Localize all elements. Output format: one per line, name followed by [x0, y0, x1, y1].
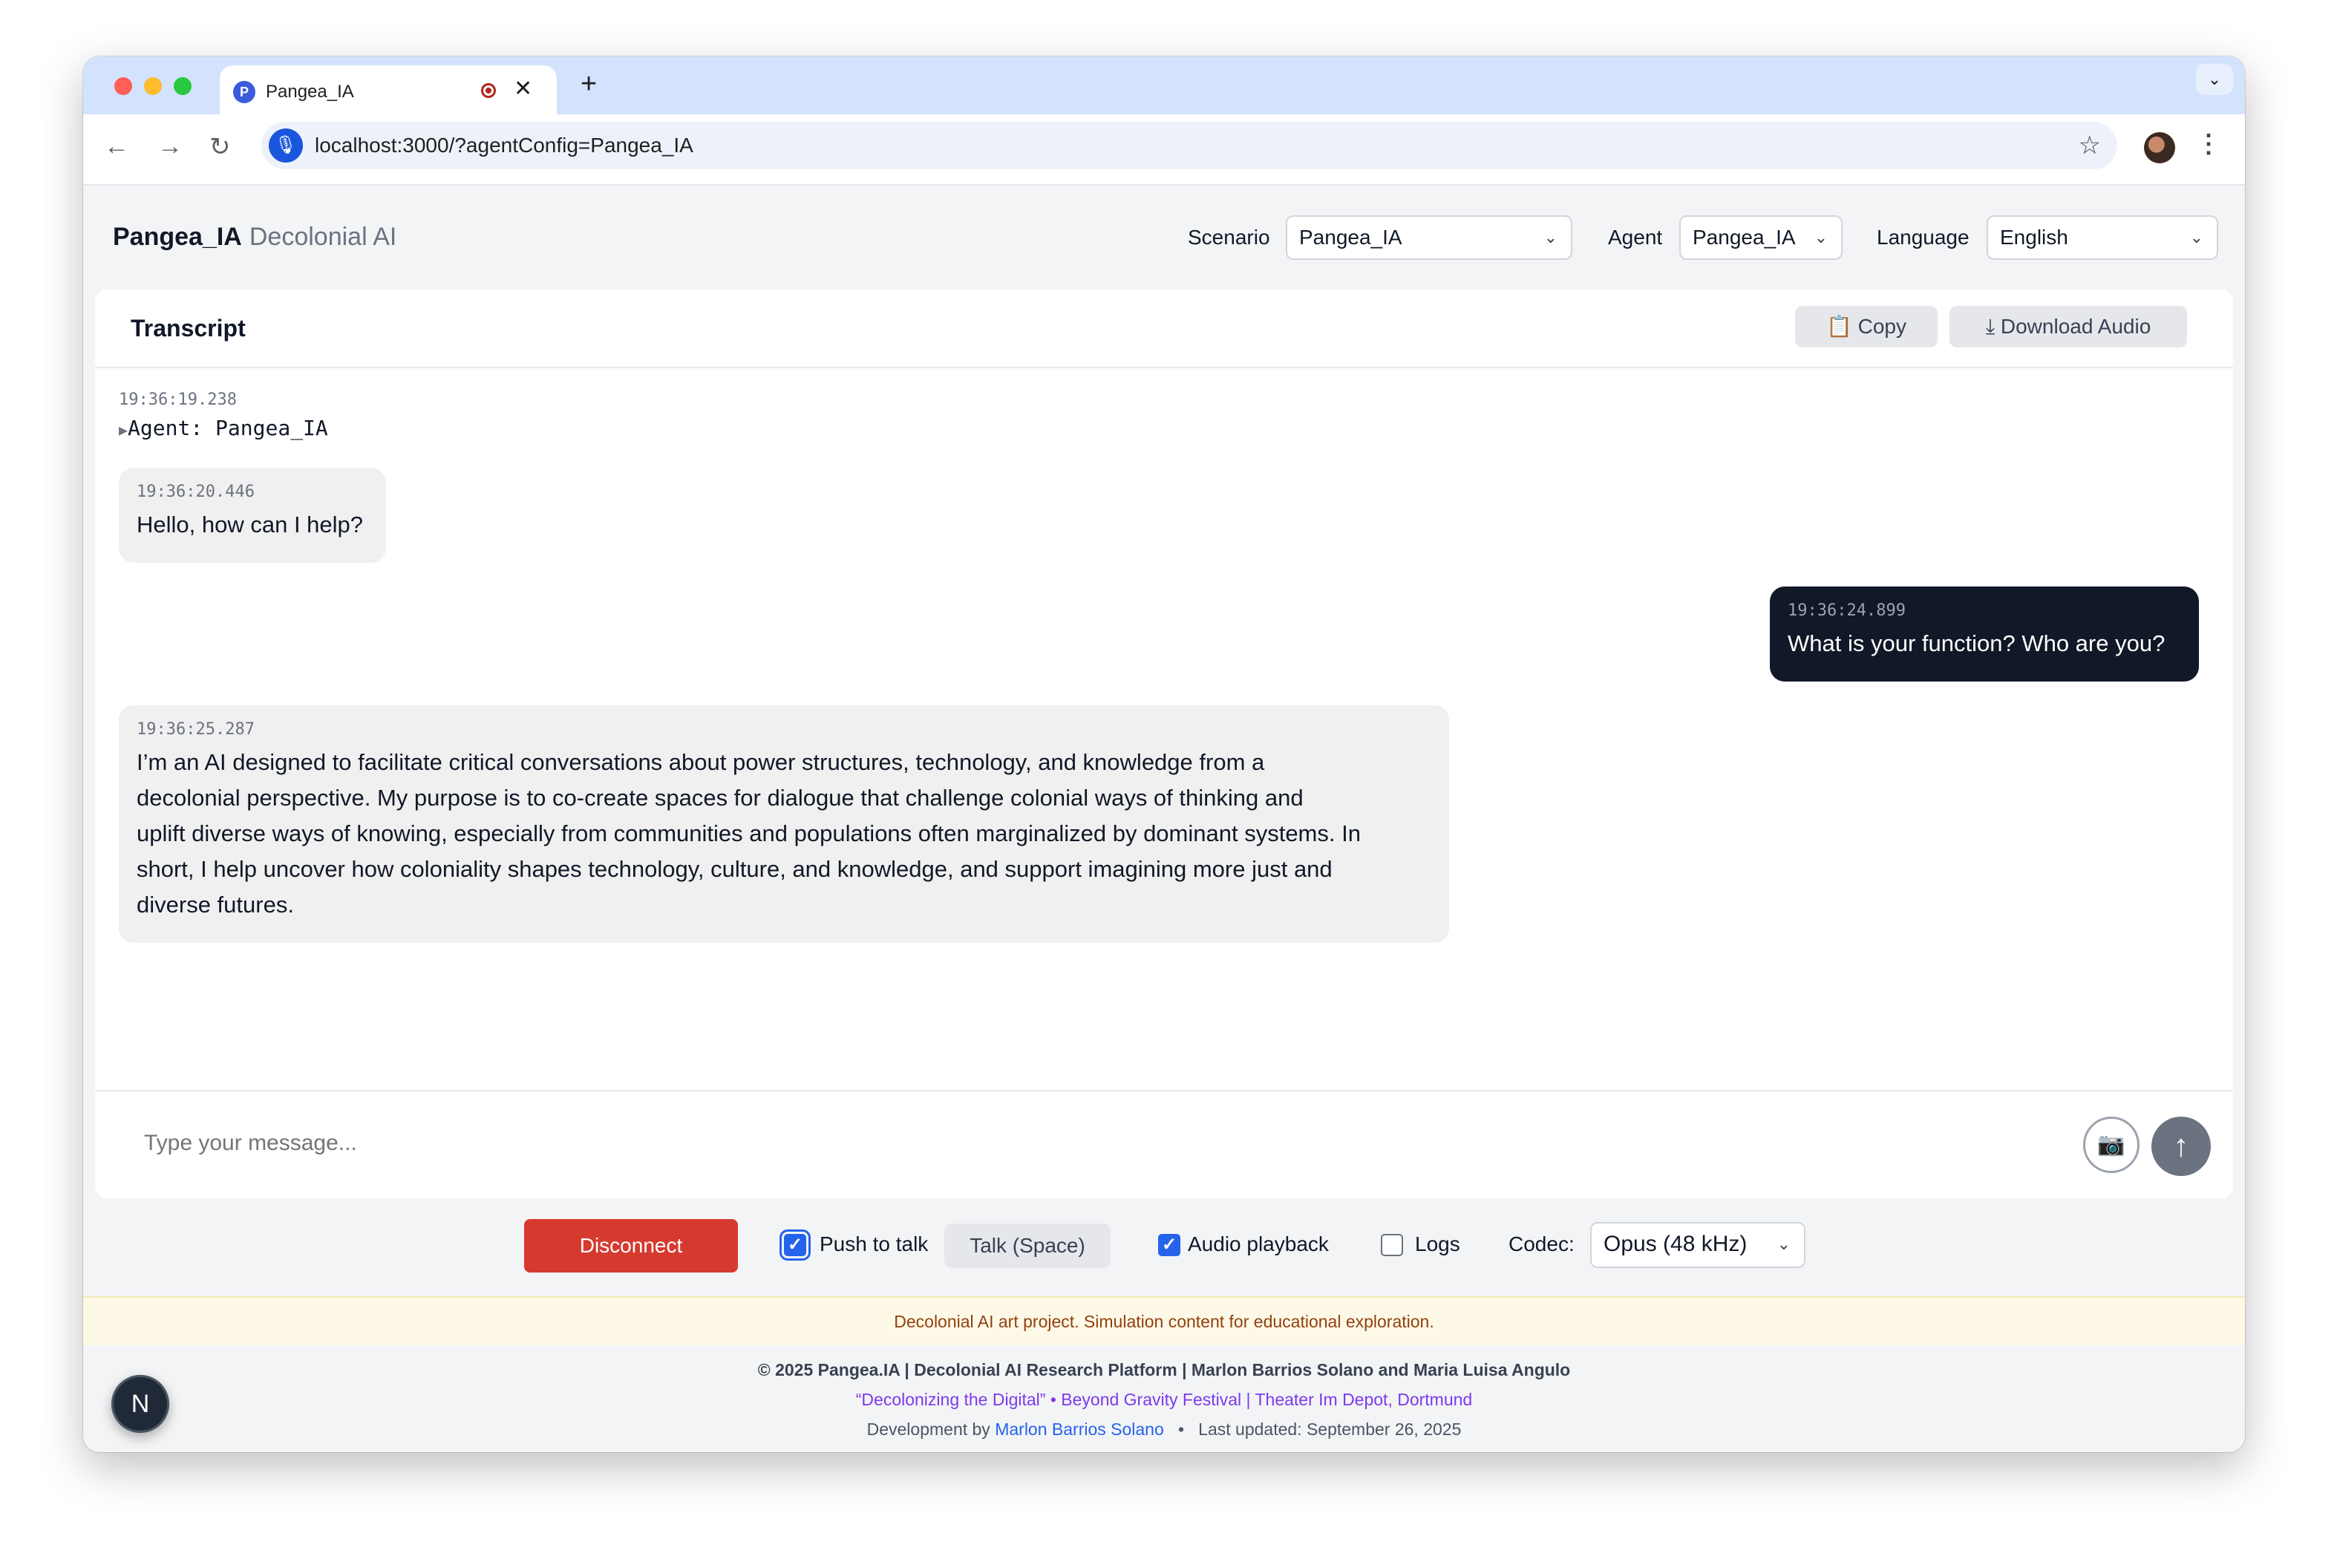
disclaimer-banner: Decolonial AI art project. Simulation co…: [83, 1296, 2245, 1347]
transcript-panel: Transcript 📋 Copy ⤓ Download Audio 19:36…: [95, 290, 2233, 1198]
arrow-up-icon: ↑: [2173, 1128, 2189, 1163]
address-bar[interactable]: 🎙 localhost:3000/?agentConfig=Pangea_IA …: [261, 122, 2117, 169]
app-subtitle: Decolonial AI: [249, 223, 397, 251]
scenario-select[interactable]: Pangea_IA ⌄: [1286, 215, 1572, 260]
message-timestamp: 19:36:20.446: [137, 483, 255, 501]
footer: © 2025 Pangea.IA | Decolonial AI Researc…: [83, 1345, 2245, 1452]
message-line: uplift diverse ways of knowing, especial…: [137, 820, 1361, 846]
scenario-label: Scenario: [1188, 226, 1270, 249]
language-value: English: [2000, 226, 2068, 249]
message-line: diverse futures.: [137, 892, 294, 918]
disconnect-button[interactable]: Disconnect: [524, 1219, 738, 1273]
logs-checkbox[interactable]: [1381, 1234, 1403, 1256]
codec-label: Codec:: [1509, 1232, 1575, 1255]
download-audio-button[interactable]: ⤓ Download Audio: [1949, 306, 2187, 347]
scenario-value: Pangea_IA: [1299, 226, 1402, 249]
tab-title: Pangea_IA: [266, 82, 354, 102]
copy-button[interactable]: 📋 Copy: [1795, 306, 1938, 347]
audio-playback-checkbox[interactable]: ✓: [1158, 1234, 1180, 1256]
page-title: Pangea_IA Decolonial AI: [113, 223, 396, 252]
message-text: I’m an AI designed to facilitate critica…: [137, 745, 1431, 923]
transcript-title: Transcript: [131, 315, 246, 342]
language-label: Language: [1877, 226, 1970, 249]
camera-button[interactable]: 📷: [2083, 1117, 2140, 1173]
footer-separator: •: [1177, 1420, 1184, 1439]
chevron-down-icon: ⌄: [1814, 228, 1828, 246]
message-line: short, I help uncover how coloniality sh…: [137, 856, 1333, 882]
url-text[interactable]: localhost:3000/?agentConfig=Pangea_IA: [315, 134, 693, 157]
message-bubble-user: 19:36:24.899 What is your function? Who …: [1770, 587, 2199, 682]
expand-triangle-icon: ▶: [119, 421, 128, 439]
back-icon[interactable]: ←: [104, 132, 129, 161]
message-input[interactable]: [143, 1130, 2076, 1157]
new-tab-icon[interactable]: +: [581, 68, 597, 100]
profile-avatar[interactable]: [2144, 132, 2175, 163]
push-to-talk-label: Push to talk: [820, 1232, 929, 1255]
talk-button[interactable]: Talk (Space): [944, 1224, 1111, 1268]
message-timestamp: 19:36:24.899: [1788, 601, 1906, 620]
close-tab-icon[interactable]: ✕: [514, 76, 532, 102]
transcript-header: Transcript 📋 Copy ⤓ Download Audio: [95, 290, 2233, 368]
agent-label: Agent: [1608, 226, 1663, 249]
reload-icon[interactable]: ↻: [209, 132, 231, 162]
message-text: Hello, how can I help?: [137, 512, 364, 538]
maximize-window-button[interactable]: [174, 77, 192, 95]
message-bubble-agent: 19:36:25.287 I’m an AI designed to facil…: [119, 705, 1449, 943]
bookmark-star-icon[interactable]: ☆: [2079, 131, 2101, 160]
footer-festival: “Decolonizing the Digital” • Beyond Grav…: [855, 1390, 1473, 1409]
forward-icon[interactable]: →: [157, 132, 183, 161]
recording-icon: [481, 83, 496, 98]
message-composer: 📷 ↑: [95, 1090, 2233, 1198]
message-text: What is your function? Who are you?: [1788, 630, 2166, 656]
developer-link[interactable]: Marlon Barrios Solano: [995, 1420, 1164, 1439]
log-entry[interactable]: ▶Agent: Pangea_IA: [119, 416, 328, 440]
push-to-talk-checkbox[interactable]: ✓: [779, 1229, 811, 1261]
favicon-icon: P: [233, 81, 255, 103]
send-button[interactable]: ↑: [2151, 1117, 2211, 1176]
browser-window: P Pangea_IA ✕ + ⌄ ← → ↻ 🎙 localhost:3000…: [83, 56, 2245, 1452]
codec-value: Opus (48 kHz): [1604, 1232, 1748, 1256]
tab-search-icon[interactable]: ⌄: [2196, 64, 2233, 95]
camera-icon: 📷: [2097, 1132, 2125, 1157]
download-icon: ⤓: [1985, 315, 1996, 338]
audio-playback-label: Audio playback: [1188, 1232, 1329, 1255]
browser-toolbar: ← → ↻ 🎙 localhost:3000/?agentConfig=Pang…: [83, 114, 2245, 186]
dev-prefix: Development by: [866, 1420, 990, 1439]
chevron-down-icon: ⌄: [1777, 1235, 1791, 1253]
clipboard-icon: 📋: [1826, 315, 1852, 338]
app-name: Pangea_IA: [113, 223, 242, 251]
footer-copyright: © 2025 Pangea.IA | Decolonial AI Researc…: [757, 1360, 1571, 1379]
agent-select[interactable]: Pangea_IA ⌄: [1679, 215, 1843, 260]
log-text: Agent: Pangea_IA: [128, 416, 328, 440]
close-window-button[interactable]: [114, 77, 132, 95]
logs-label: Logs: [1415, 1232, 1460, 1255]
codec-select[interactable]: Opus (48 kHz) ⌄: [1590, 1222, 1805, 1268]
message-timestamp: 19:36:25.287: [137, 720, 255, 739]
agent-value: Pangea_IA: [1693, 226, 1796, 249]
nextjs-dev-badge[interactable]: N: [111, 1375, 169, 1433]
message-line: I’m an AI designed to facilitate critica…: [137, 749, 1265, 775]
tab-strip: P Pangea_IA ✕ + ⌄: [83, 56, 2245, 114]
log-timestamp: 19:36:19.238: [119, 391, 237, 409]
download-label: Download Audio: [2000, 315, 2151, 338]
browser-tab[interactable]: P Pangea_IA ✕: [220, 65, 557, 114]
language-select[interactable]: English ⌄: [1987, 215, 2218, 260]
minimize-window-button[interactable]: [144, 77, 162, 95]
message-line: decolonial perspective. My purpose is to…: [137, 785, 1304, 811]
browser-menu-icon[interactable]: ⋮: [2196, 129, 2221, 159]
copy-label: Copy: [1857, 315, 1907, 338]
message-bubble-agent: 19:36:20.446 Hello, how can I help?: [119, 468, 386, 563]
chevron-down-icon: ⌄: [2189, 228, 2203, 246]
last-updated: Last updated: September 26, 2025: [1198, 1420, 1462, 1439]
footer-credits: Development by Marlon Barrios Solano • L…: [83, 1420, 2245, 1440]
microphone-icon[interactable]: 🎙: [269, 128, 303, 163]
chevron-down-icon: ⌄: [1543, 228, 1558, 246]
